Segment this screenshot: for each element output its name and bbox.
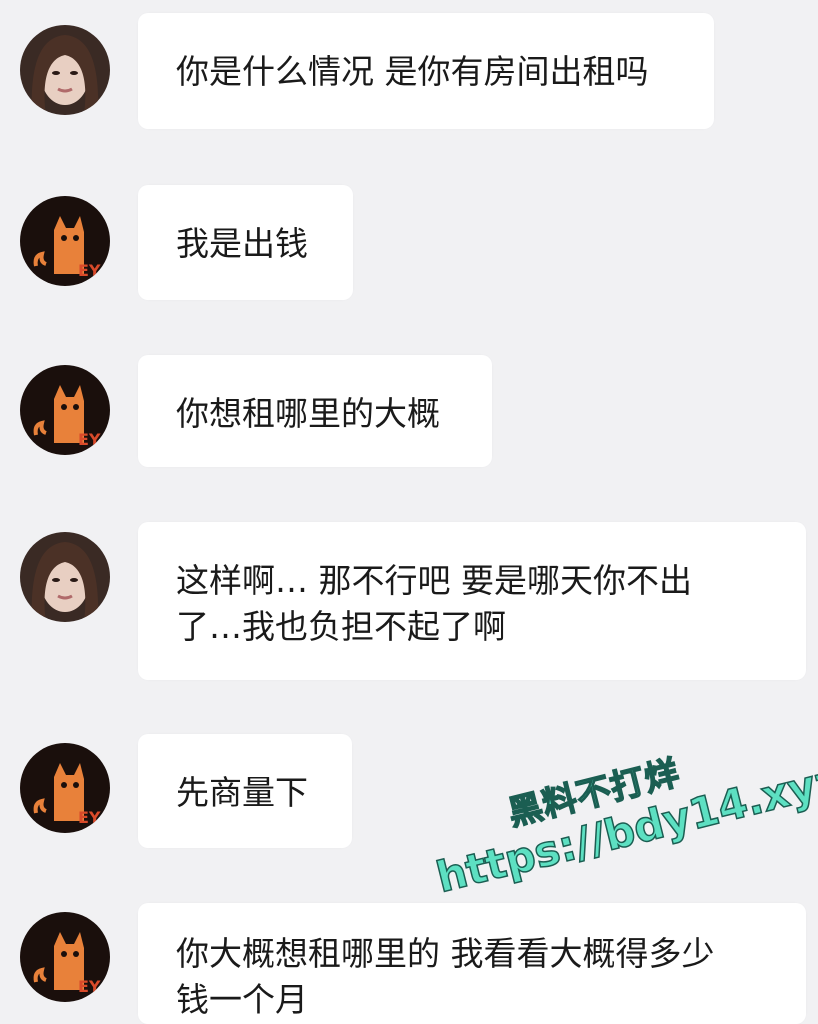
cat-logo-avatar-icon[interactable]: EY (20, 196, 110, 286)
chat-thread: 你是什么情况 是你有房间出租吗 EY 我是出钱 EY 你想租哪里的大概 这样啊…… (0, 0, 818, 1024)
message-text: 先商量下 (176, 773, 308, 812)
message-text-line: 了…我也负担不起了啊 (176, 607, 506, 646)
message-bubble[interactable]: 先商量下 (138, 734, 352, 848)
svg-text:EY: EY (78, 808, 101, 827)
message-text: 你是什么情况 是你有房间出租吗 (176, 52, 649, 91)
message-bubble[interactable]: 我是出钱 (138, 185, 353, 300)
message-text: 你想租哪里的大概 (176, 394, 440, 433)
message-bubble[interactable]: 你是什么情况 是你有房间出租吗 (138, 13, 714, 129)
svg-text:EY: EY (78, 430, 101, 449)
svg-text:EY: EY (78, 261, 101, 280)
girl-avatar-icon[interactable] (20, 25, 110, 115)
cat-logo-avatar-icon[interactable]: EY (20, 912, 110, 1002)
cat-logo-avatar-icon[interactable]: EY (20, 365, 110, 455)
message-text-line: 这样啊… 那不行吧 要是哪天你不出 (176, 561, 692, 600)
message-text-line: 钱一个月 (176, 980, 308, 1019)
girl-avatar-icon[interactable] (20, 532, 110, 622)
message-text: 我是出钱 (176, 224, 308, 263)
message-bubble[interactable]: 这样啊… 那不行吧 要是哪天你不出 了…我也负担不起了啊 (138, 522, 806, 680)
message-bubble[interactable]: 你大概想租哪里的 我看看大概得多少 钱一个月 (138, 903, 806, 1024)
message-text-line: 你大概想租哪里的 我看看大概得多少 (176, 934, 715, 973)
svg-text:EY: EY (78, 977, 101, 996)
cat-logo-avatar-icon[interactable]: EY (20, 743, 110, 833)
message-bubble[interactable]: 你想租哪里的大概 (138, 355, 492, 467)
